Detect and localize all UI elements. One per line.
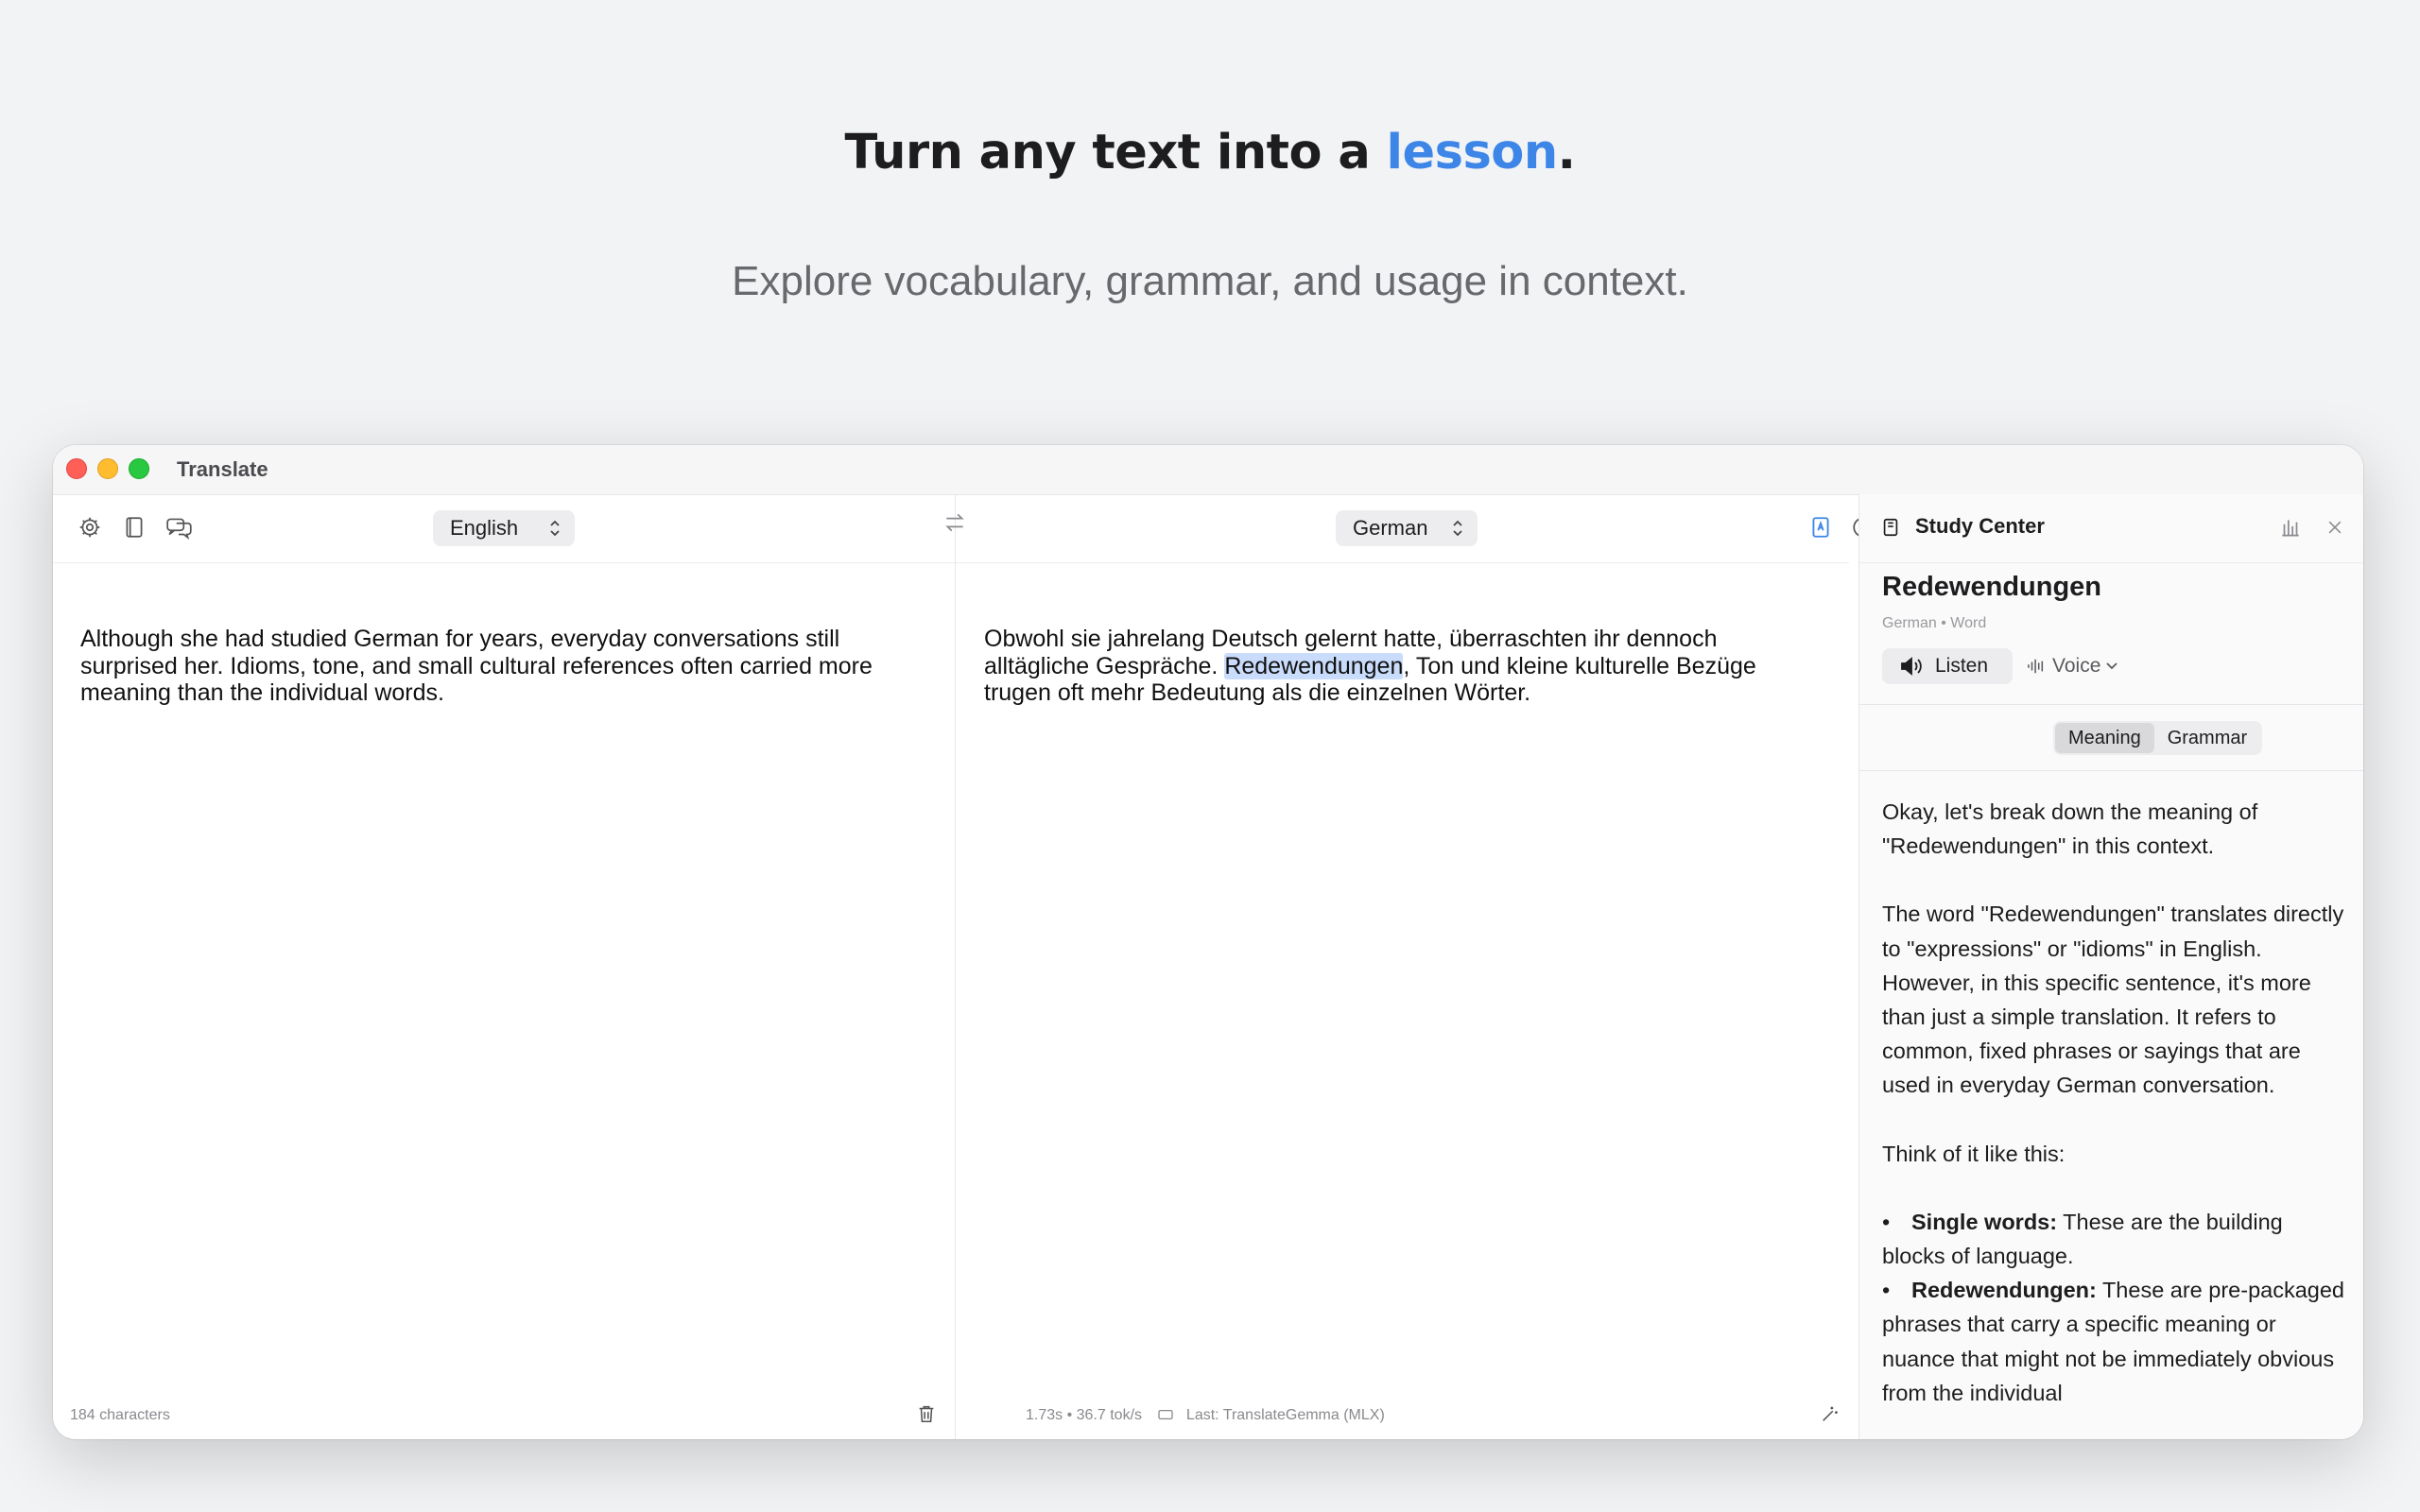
bullet-item: • Redewendungen: These are pre-packaged p… (1882, 1278, 2344, 1405)
chevron-down-icon (2106, 662, 2118, 670)
close-icon (2328, 521, 2342, 534)
voice-select[interactable]: Voice (2026, 648, 2123, 684)
target-pane: German Obwohl sie jahrelang Deutsch gele… (956, 494, 1874, 1439)
study-mode-icon (1812, 517, 1829, 538)
hero-title-prefix: Turn any text into a (844, 125, 1387, 180)
hero-title-accent: lesson (1386, 125, 1559, 180)
selected-word[interactable]: Redewendungen (1224, 652, 1404, 679)
gear-icon (79, 517, 100, 538)
listen-label: Listen (1935, 655, 1989, 677)
source-text[interactable]: Although she had studied German for year… (80, 626, 931, 707)
speaker-icon (1901, 657, 1922, 676)
close-panel-button[interactable] (2321, 513, 2349, 541)
translate-window: Translate English Although she had studi… (53, 445, 2363, 1439)
hero-title: Turn any text into a lesson. (0, 125, 2420, 180)
waveform-icon (2028, 659, 2044, 674)
study-book-icon (1883, 518, 1898, 537)
last-model: Last: TranslateGemma (MLX) (1185, 1407, 1385, 1423)
study-tabs: Meaning Grammar (2053, 721, 2263, 755)
minimize-window-button[interactable] (97, 458, 118, 479)
magic-wand-icon (1823, 1406, 1838, 1421)
explanation-paragraph: The word "Redewendungen" translates dire… (1882, 902, 2344, 1098)
divider (1859, 770, 2363, 771)
stats-button[interactable] (2276, 513, 2305, 541)
bullet-term: Single words: (1911, 1209, 2058, 1234)
explanation-bullets: • Single words: These are the building bl… (1882, 1205, 2345, 1410)
explanation-paragraph: Think of it like this: (1882, 1141, 2066, 1166)
clear-button[interactable] (912, 1400, 941, 1428)
explanation-paragraph: Okay, let's break down the meaning of "R… (1882, 799, 2258, 859)
voice-label: Voice (2052, 655, 2101, 677)
chevron-up-down-icon (1453, 520, 1462, 537)
study-word: Redewendungen (1882, 572, 2102, 602)
conversation-button[interactable] (164, 513, 196, 541)
chart-icon (2282, 520, 2299, 537)
explanation-text: Okay, let's break down the meaning of "R… (1882, 795, 2345, 1410)
divider (1859, 704, 2363, 705)
source-pane: English Although she had studied German … (53, 494, 956, 1439)
translated-text[interactable]: Obwohl sie jahrelang Deutsch gelernt hat… (984, 626, 1816, 707)
chevron-up-down-icon (550, 520, 560, 537)
settings-button[interactable] (76, 513, 104, 541)
target-language-select[interactable]: German (1336, 510, 1478, 546)
translation-stats: 1.73s • 36.7 tok/s Last: TranslateGemma … (1026, 1407, 1385, 1424)
bullet-item: • Single words: These are the building bl… (1882, 1209, 2283, 1269)
target-toolbar: German (956, 494, 1874, 563)
character-count: 184 characters (70, 1407, 170, 1423)
trash-icon (919, 1405, 934, 1423)
speed-stats: 1.73s • 36.7 tok/s (1026, 1407, 1143, 1423)
book-icon (126, 517, 143, 538)
hero-title-suffix: . (1557, 125, 1576, 180)
refine-button[interactable] (1816, 1400, 1844, 1428)
study-center-panel: Study Center Redewendungen German • Word… (1858, 494, 2363, 1439)
study-center-header: Study Center (1859, 494, 2363, 563)
study-center-icon-wrap (1876, 513, 1905, 541)
listen-button[interactable]: Listen (1882, 648, 2013, 684)
tab-meaning[interactable]: Meaning (2055, 723, 2154, 753)
source-toolbar: English (53, 494, 955, 563)
word-meta: German • Word (1882, 615, 1987, 631)
chat-bubbles-icon (166, 518, 192, 540)
source-language-label: English (450, 516, 519, 540)
tab-grammar[interactable]: Grammar (2154, 723, 2260, 753)
hero-subtitle: Explore vocabulary, grammar, and usage i… (732, 258, 1688, 304)
bullet-term: Redewendungen: (1911, 1278, 2097, 1303)
study-mode-button[interactable] (1806, 513, 1835, 541)
title-bar: Translate (53, 445, 2363, 495)
close-window-button[interactable] (66, 458, 87, 479)
target-language-label: German (1353, 516, 1428, 540)
dictionary-button[interactable] (120, 513, 148, 541)
zoom-window-button[interactable] (129, 458, 149, 479)
display-icon (1158, 1409, 1174, 1420)
study-center-title: Study Center (1915, 514, 2045, 538)
source-language-select[interactable]: English (433, 510, 575, 546)
window-title: Translate (177, 457, 268, 481)
